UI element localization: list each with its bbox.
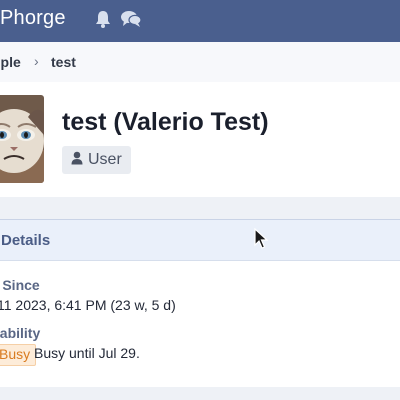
mouse-cursor-icon (254, 227, 269, 255)
breadcrumb-item-people[interactable]: ople (0, 54, 21, 70)
page-bottom-strip (0, 387, 400, 400)
availability-label: ilability (0, 325, 41, 341)
section-gap (0, 197, 400, 219)
availability-text: Busy until Jul 29. (34, 345, 140, 361)
status-badge: Busy (0, 344, 37, 366)
chat-icon[interactable] (120, 9, 142, 29)
breadcrumb-item-current[interactable]: test (51, 54, 76, 70)
member-since-value: 11 2023, 6:41 PM (23 w, 5 d) (0, 297, 176, 313)
top-icon-group (94, 9, 142, 29)
breadcrumb: ople › test (0, 42, 400, 83)
avatar[interactable] (0, 95, 44, 183)
top-navigation-bar: Phorge (0, 0, 400, 42)
panel-heading: r Details (0, 232, 51, 249)
user-icon (71, 151, 83, 170)
role-tag[interactable]: User (62, 146, 131, 174)
bell-icon[interactable] (94, 9, 112, 29)
user-details-panel: r Details r Since 11 2023, 6:41 PM (23 w… (0, 219, 400, 388)
profile-header: test (Valerio Test) User (0, 82, 400, 197)
brand-logo-text[interactable]: Phorge (0, 7, 66, 30)
panel-header: r Details (0, 220, 400, 261)
member-since-label: r Since (0, 277, 40, 293)
breadcrumb-separator: › (34, 53, 39, 69)
role-label: User (88, 151, 122, 168)
page-title: test (Valerio Test) (62, 108, 269, 136)
